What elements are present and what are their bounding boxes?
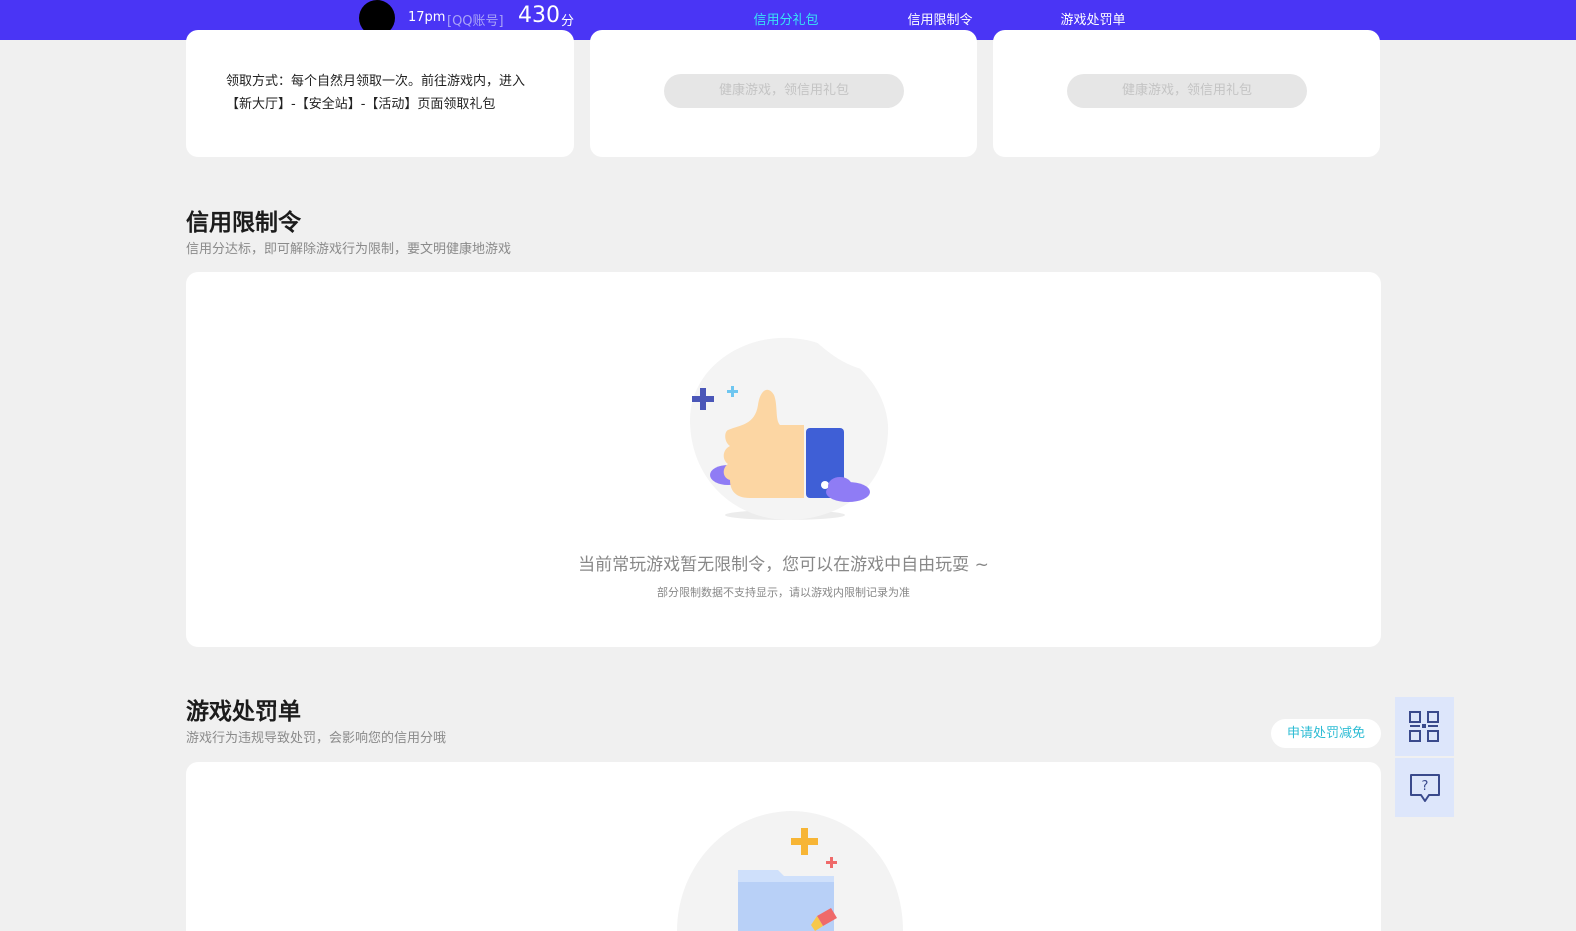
svg-text:?: ? (1421, 779, 1428, 794)
restriction-empty-message: 当前常玩游戏暂无限制令，您可以在游戏中自由玩耍 ~ (578, 555, 989, 575)
help-chat-icon: ? (1409, 773, 1440, 802)
qr-code-icon (1408, 710, 1439, 742)
account-type-label: [QQ账号] (447, 14, 504, 29)
tab-credit-restriction[interactable]: 信用限制令 (904, 9, 976, 28)
claim-gift-button[interactable]: 健康游戏，领信用礼包 (664, 74, 904, 108)
thumbs-up-illustration-icon (690, 336, 889, 520)
credit-score-unit: 分 (561, 14, 575, 29)
penalty-section-title: 游戏处罚单 (186, 699, 301, 725)
restriction-empty-note: 部分限制数据不支持显示，请以游戏内限制记录为准 (657, 586, 910, 599)
folder-illustration-icon (677, 811, 903, 931)
credit-score: 430 (518, 3, 560, 28)
tab-credit-gift[interactable]: 信用分礼包 (751, 9, 821, 28)
tab-game-penalty[interactable]: 游戏处罚单 (1057, 9, 1129, 28)
appeal-penalty-button[interactable]: 申请处罚减免 (1271, 719, 1381, 748)
qr-code-button[interactable] (1395, 697, 1454, 756)
username: 17pm (408, 10, 446, 25)
gift-claim-description: 领取方式：每个自然月领取一次。前往游戏内，进入【新大厅】-【安全站】-【活动】页… (226, 74, 526, 112)
penalty-section-subtitle: 游戏行为违规导致处罚，会影响您的信用分哦 (186, 731, 447, 746)
help-feedback-button[interactable]: ? (1395, 758, 1454, 817)
claim-gift-button[interactable]: 健康游戏，领信用礼包 (1067, 74, 1307, 108)
restriction-section-subtitle: 信用分达标，即可解除游戏行为限制，要文明健康地游戏 (186, 242, 512, 257)
restriction-section-title: 信用限制令 (186, 210, 301, 236)
